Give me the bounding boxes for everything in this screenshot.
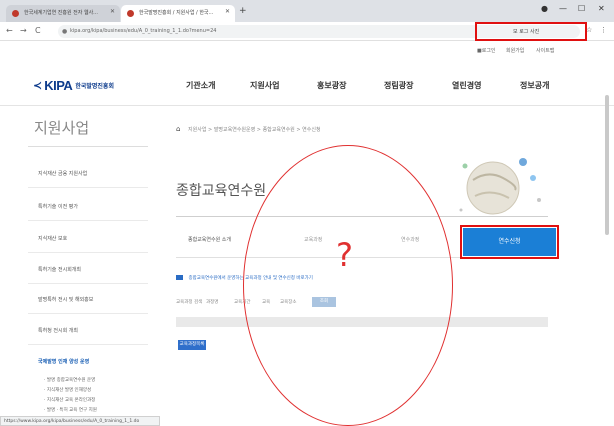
- user-profile-button[interactable]: 모 로그 사진: [513, 28, 539, 35]
- browser-tab-bar: 한국세계기업연 진흥원 전자 웹사... ✕ 한국발명진흥회 / 지원사업 / …: [0, 0, 614, 22]
- logo-mark-icon: ≺: [33, 79, 43, 92]
- filter-option[interactable]: 과정명: [206, 299, 218, 305]
- nav-item-management[interactable]: 열린경영: [452, 80, 481, 91]
- close-tab-icon[interactable]: ✕: [110, 8, 115, 15]
- tab-title: 한국발명진흥회 / 지원사업 / 한국...: [139, 10, 214, 16]
- sidebar-item[interactable]: 특허기술 이전 평가: [38, 203, 78, 210]
- browser-tab-2[interactable]: 한국발명진흥회 / 지원사업 / 한국... ✕: [121, 5, 235, 22]
- sidebar-sub-item[interactable]: · 발명 종합교육연수원 운영: [44, 377, 95, 383]
- sidebar-divider: [28, 220, 148, 221]
- minimize-button[interactable]: —: [559, 4, 567, 13]
- sidebar-item[interactable]: 지식재산 보호: [38, 235, 67, 242]
- record-icon[interactable]: ●: [541, 4, 548, 13]
- nav-item-pr[interactable]: 홍보광장: [317, 80, 346, 91]
- lock-icon: ●: [62, 28, 68, 35]
- nav-item-plaza[interactable]: 정림광장: [384, 80, 413, 91]
- sidebar-item-active[interactable]: 국제발명 인재 양성 운영: [38, 358, 89, 365]
- util-link-join[interactable]: 회원가입: [506, 47, 524, 54]
- forward-button[interactable]: →: [20, 26, 27, 35]
- tab-intro[interactable]: 종합교육연수원 소개: [188, 236, 231, 243]
- apply-training-button[interactable]: 연수신청: [460, 225, 559, 259]
- url-text: kipa.org/kipa/business/edu/A_0_training_…: [70, 28, 217, 34]
- sidebar-item[interactable]: 지식재산 금융 지원사업: [38, 170, 87, 177]
- sidebar-divider: [28, 187, 148, 188]
- close-window-button[interactable]: ✕: [598, 4, 605, 13]
- sidebar-item[interactable]: 특허기술 전시회개최: [38, 266, 81, 273]
- close-tab-icon[interactable]: ✕: [225, 8, 230, 15]
- util-link-login[interactable]: ■로그인: [477, 47, 496, 54]
- breadcrumb-path: 지원사업 > 발명교육연수원운영 > 종합교육연수원 > 연수신청: [188, 127, 321, 133]
- sidebar-sub-item[interactable]: · 지식재산 발명 인재양성: [44, 387, 91, 393]
- logo-brand: KIPA: [44, 78, 73, 93]
- sidebar-item[interactable]: 특허청 전시회 개최: [38, 327, 78, 334]
- back-button[interactable]: ←: [6, 26, 13, 35]
- site-logo[interactable]: ≺ KIPA 한국발명진흥회: [33, 78, 114, 93]
- browser-menu-icon[interactable]: ⋮: [600, 26, 607, 34]
- sidebar-sub-item[interactable]: · 지식재산 교육 온라인과정: [44, 397, 95, 403]
- sidebar-divider: [28, 252, 148, 253]
- nav-item-disclosure[interactable]: 정보공개: [520, 80, 549, 91]
- nav-item-support[interactable]: 지원사업: [250, 80, 279, 91]
- logo-brand-kr: 한국발명진흥회: [75, 83, 114, 90]
- sidebar-item[interactable]: 발명특허 전시 및 해외홍보: [38, 296, 93, 303]
- sidebar-divider: [28, 313, 148, 314]
- page-title: 종합교육연수원: [176, 183, 267, 199]
- breadcrumb: ⌂ 지원사업 > 발명교육연수원운영 > 종합교육연수원 > 연수신청: [176, 125, 321, 133]
- maximize-button[interactable]: ☐: [578, 4, 585, 13]
- info-icon: [176, 275, 183, 280]
- site-favicon-icon: [12, 10, 19, 17]
- sidebar-sub-item[interactable]: · 발명 · 특허 교육 연구 지원: [44, 407, 97, 413]
- filter-label: 교육과정 검색: [176, 300, 203, 305]
- nav-divider: [0, 105, 614, 106]
- sidebar-divider: [28, 283, 148, 284]
- site-favicon-icon: [127, 10, 134, 17]
- util-link-sitemap[interactable]: 사이트맵: [536, 47, 554, 54]
- section-title: 지원사업: [34, 119, 90, 137]
- home-icon[interactable]: ⌂: [176, 125, 180, 133]
- status-bar-url: https://www.kipa.org/kipa/business/edu/A…: [0, 416, 160, 426]
- browser-tab-1[interactable]: 한국세계기업연 진흥원 전자 웹사... ✕: [6, 5, 120, 22]
- reload-button[interactable]: C: [35, 26, 41, 35]
- tab-title: 한국세계기업연 진흥원 전자 웹사...: [24, 10, 98, 16]
- course-list-button[interactable]: 교육과정목록: [178, 340, 206, 350]
- page-scrollbar[interactable]: [605, 95, 609, 235]
- annotation-circle: [243, 145, 453, 426]
- sidebar-divider: [28, 344, 148, 345]
- annotation-question-mark: ?: [336, 236, 353, 274]
- new-tab-button[interactable]: +: [239, 6, 247, 16]
- nav-item-about[interactable]: 기관소개: [186, 80, 215, 91]
- sidebar-top-line: [28, 146, 148, 147]
